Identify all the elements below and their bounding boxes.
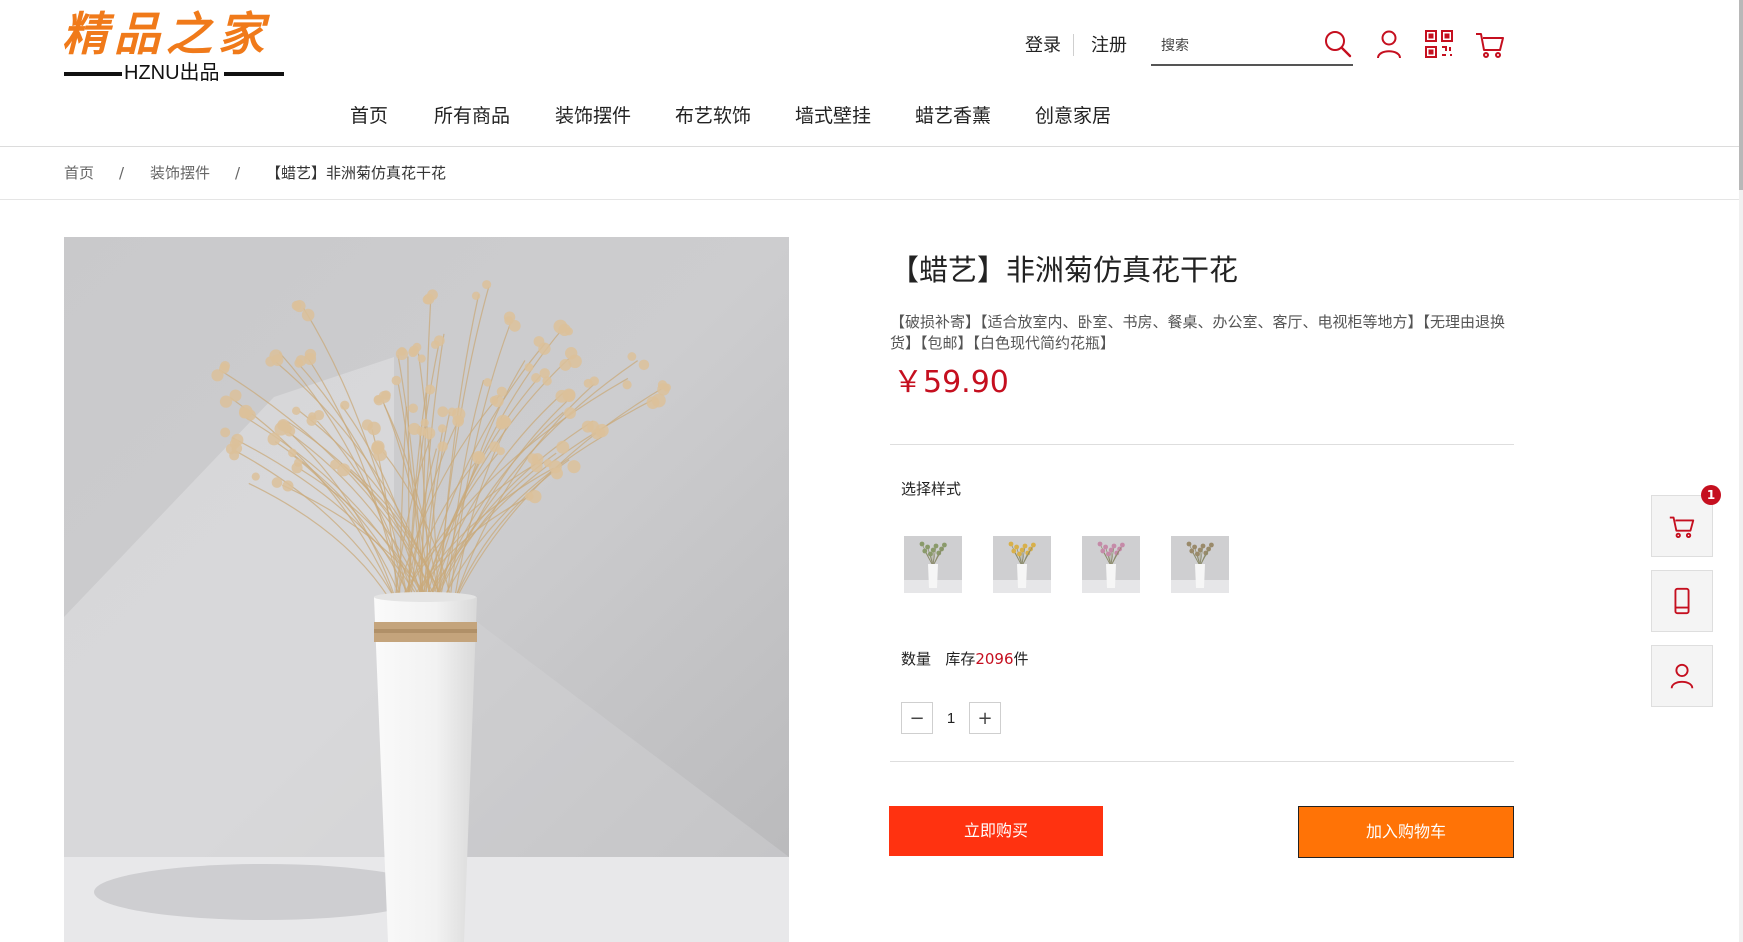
breadcrumb-category[interactable]: 装饰摆件 [150,163,210,183]
nav-item-fabric[interactable]: 布艺软饰 [675,103,751,129]
breadcrumb-divider [0,199,1743,200]
search-icon[interactable] [1322,28,1354,60]
user-icon [1670,663,1694,689]
style-option-3[interactable] [1082,536,1140,593]
logo-title[interactable]: 精品之家 [62,6,270,62]
stock-suffix: 件 [1013,650,1029,668]
search-input[interactable] [1159,30,1323,60]
header-divider-line [0,146,1743,147]
logo-subtitle: HZNU出品 [124,62,220,84]
stock-count: 2096 [975,650,1014,668]
sidebar-cart-button[interactable] [1651,495,1713,557]
sidebar-user-button[interactable] [1651,645,1713,707]
breadcrumb-current: 【蜡艺】非洲菊仿真花干花 [266,164,447,182]
style-label: 选择样式 [901,480,962,498]
stock-prefix: 库存 [945,650,976,668]
scrollbar-thumb[interactable] [1739,0,1743,190]
nav-item-home[interactable]: 首页 [350,103,388,129]
cart-icon [1669,516,1695,539]
product-description: 【破损补寄】【适合放室内、卧室、书房、餐桌、办公室、客厅、电视柜等地方】【无理由… [890,313,1506,352]
add-to-cart-button[interactable]: 加入购物车 [1298,806,1514,858]
breadcrumb-separator: / [119,164,125,182]
quantity-input[interactable] [936,702,966,734]
cart-icon[interactable] [1474,28,1506,60]
user-icon[interactable] [1373,28,1405,60]
nav-item-decorations[interactable]: 装饰摆件 [555,103,631,129]
quantity-stock-label: 数量 库存2096件 [901,649,1029,669]
product-title: 【蜡艺】非洲菊仿真花干花 [890,253,1239,287]
quantity-plus-button[interactable]: + [969,702,1001,734]
header-divider [1073,34,1074,56]
quantity-minus-button[interactable]: − [901,702,933,734]
breadcrumb-home[interactable]: 首页 [64,163,94,183]
logo-divider-right [224,72,284,76]
nav-item-all-products[interactable]: 所有商品 [434,103,510,129]
nav-item-wall[interactable]: 墙式壁挂 [795,103,871,129]
style-option-1[interactable] [904,536,962,593]
quantity-label: 数量 [901,650,932,668]
register-link[interactable]: 注册 [1091,34,1127,58]
phone-icon [1674,587,1690,615]
nav-item-creative-home[interactable]: 创意家居 [1035,103,1111,129]
product-main-image [64,237,789,942]
qrcode-icon[interactable] [1423,28,1455,60]
breadcrumb-separator: / [235,164,241,182]
sidebar-mobile-button[interactable] [1651,570,1713,632]
style-option-4[interactable] [1171,536,1229,593]
cart-count-badge: 1 [1701,485,1721,505]
logo-divider-left [64,72,122,76]
login-link[interactable]: 登录 [1025,34,1061,58]
nav-item-aroma[interactable]: 蜡艺香薰 [915,103,991,129]
info-divider [890,444,1514,445]
buy-now-button[interactable]: 立即购买 [889,806,1103,856]
product-price: ￥59.90 [893,365,1009,400]
info-divider [890,761,1514,762]
style-option-2[interactable] [993,536,1051,593]
